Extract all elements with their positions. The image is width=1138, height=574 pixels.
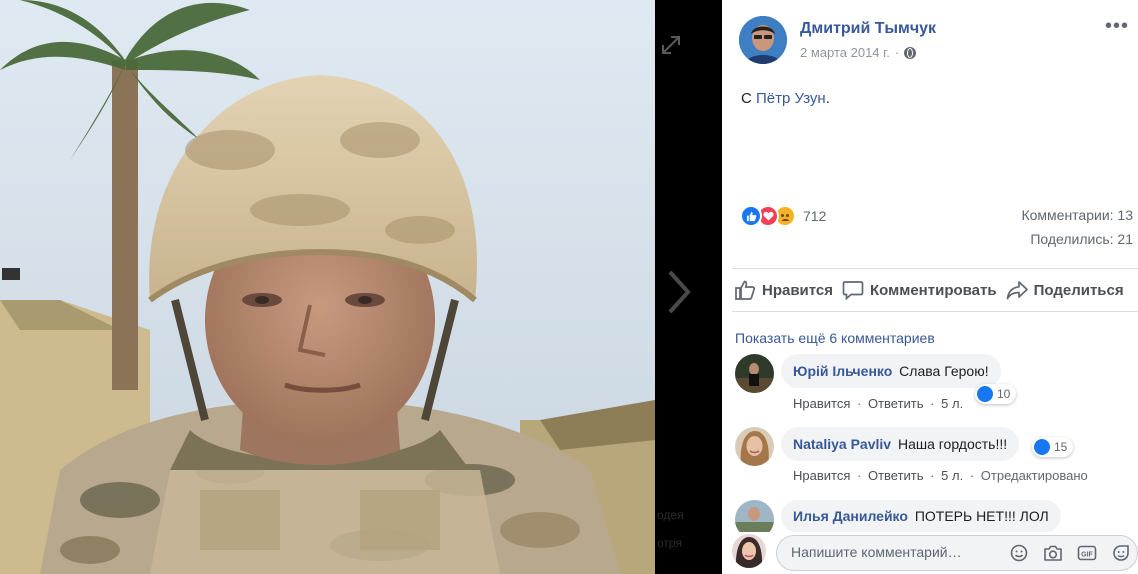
comment-input[interactable] bbox=[791, 544, 991, 560]
emoji-icon[interactable] bbox=[1009, 543, 1029, 563]
meta-dot: · bbox=[857, 468, 862, 483]
commenter-name[interactable]: Илья Данилейко bbox=[793, 508, 908, 524]
meta-dot: · bbox=[969, 468, 975, 483]
post-author-name[interactable]: Дмитрий Тымчук bbox=[800, 20, 936, 38]
gif-icon[interactable]: GIF bbox=[1077, 543, 1097, 563]
meta-dot: · bbox=[857, 396, 862, 411]
like-button[interactable]: Нравится bbox=[734, 280, 833, 300]
comment-bubble: Юрій Ільченко Слава Герою! bbox=[781, 354, 1001, 388]
comment-bubble: Nataliya Pavliv Наша гордость!!! bbox=[781, 427, 1020, 461]
shares-count-link[interactable]: Поделились: 21 bbox=[1030, 231, 1133, 247]
like-reaction-icon bbox=[1034, 439, 1050, 455]
soldier-photo-illustration bbox=[0, 0, 655, 574]
like-reaction-icon bbox=[977, 386, 993, 402]
next-photo-button[interactable] bbox=[660, 262, 700, 322]
sticker-icon[interactable] bbox=[1111, 543, 1131, 563]
tagged-person-link[interactable]: Пётр Узун bbox=[756, 90, 826, 107]
photo-viewer: одея отря bbox=[0, 0, 722, 574]
commenter-avatar-image bbox=[735, 427, 774, 466]
camera-icon[interactable] bbox=[1043, 543, 1063, 563]
comment-item: Nataliya Pavliv Наша гордость!!! 15 Нрав… bbox=[735, 427, 1130, 487]
reactions-count: 712 bbox=[803, 208, 827, 224]
share-button-label: Поделиться bbox=[1033, 281, 1124, 299]
commenter-name[interactable]: Юрій Ільченко bbox=[793, 363, 892, 379]
comment-edited-label: Отредактировано bbox=[980, 468, 1088, 483]
comment-item: Юрій Ільченко Слава Герою! 10 Нравится ·… bbox=[735, 354, 1130, 414]
comment-bubble: Илья Данилейко ПОТЕРЬ НЕТ!!! ЛОЛ bbox=[781, 500, 1061, 533]
thumbs-up-icon bbox=[735, 280, 756, 300]
current-user-avatar-image bbox=[732, 534, 766, 568]
post-text: С Пётр Узун. bbox=[741, 90, 830, 107]
comment-time[interactable]: 5 л. bbox=[941, 396, 963, 411]
meta-separator: · bbox=[894, 45, 900, 60]
comment-button-label: Комментировать bbox=[870, 281, 997, 299]
composer-icons: GIF bbox=[1009, 543, 1131, 563]
share-button[interactable]: Поделиться bbox=[1006, 280, 1124, 300]
comment-meta: Нравится · Ответить · 5 л. bbox=[793, 396, 966, 411]
background-text-fragment: отря bbox=[657, 536, 682, 550]
comment-reply-link[interactable]: Ответить bbox=[868, 468, 924, 483]
comment-composer: GIF bbox=[732, 532, 1138, 574]
comment-likes-count: 15 bbox=[1054, 440, 1068, 454]
comment-input-box[interactable]: GIF bbox=[776, 535, 1138, 571]
current-user-avatar[interactable] bbox=[732, 534, 766, 568]
commenter-avatar[interactable] bbox=[735, 354, 774, 393]
post-text-prefix: С bbox=[741, 90, 752, 107]
comments-count-link[interactable]: Комментарии: 13 bbox=[1021, 207, 1133, 223]
show-more-comments-link[interactable]: Показать ещё 6 комментариев bbox=[735, 330, 935, 346]
post-sidebar: Дмитрий Тымчук 2 марта 2014 г. · ••• С П… bbox=[722, 0, 1138, 574]
comment-likes-count: 10 bbox=[997, 387, 1011, 401]
commenter-avatar-image bbox=[735, 354, 774, 393]
comment-bubble-icon bbox=[842, 281, 864, 300]
comment-text: Слава Герою! bbox=[899, 363, 989, 379]
reactions-summary[interactable]: 712 bbox=[740, 204, 826, 228]
meta-dot: · bbox=[930, 468, 935, 483]
chevron-right-icon bbox=[668, 270, 691, 314]
more-options-icon[interactable]: ••• bbox=[1105, 16, 1129, 36]
comment-like-link[interactable]: Нравится bbox=[793, 396, 850, 411]
comment-meta: Нравится · Ответить · 5 л. · Отредактиро… bbox=[793, 468, 1091, 483]
comment-button[interactable]: Комментировать bbox=[842, 280, 997, 300]
post-date[interactable]: 2 марта 2014 г. bbox=[800, 45, 890, 60]
author-avatar-image bbox=[739, 16, 787, 64]
meta-dot: · bbox=[930, 396, 935, 411]
globe-icon[interactable] bbox=[904, 46, 917, 59]
author-avatar[interactable] bbox=[739, 16, 787, 64]
comment-like-link[interactable]: Нравится bbox=[793, 468, 850, 483]
post-photo[interactable] bbox=[0, 0, 655, 574]
svg-text:GIF: GIF bbox=[1081, 551, 1093, 558]
post-actions-bar: Нравится Комментировать Поделиться bbox=[732, 268, 1138, 312]
like-button-label: Нравится bbox=[762, 281, 834, 299]
commenter-avatar[interactable] bbox=[735, 427, 774, 466]
comment-item: Илья Данилейко ПОТЕРЬ НЕТ!!! ЛОЛ bbox=[735, 500, 1130, 539]
like-reaction-icon bbox=[740, 205, 762, 227]
comment-time[interactable]: 5 л. bbox=[941, 468, 963, 483]
share-arrow-icon bbox=[1006, 281, 1028, 300]
comment-likes-badge[interactable]: 10 bbox=[975, 384, 1017, 404]
comment-text: ПОТЕРЬ НЕТ!!! ЛОЛ bbox=[914, 508, 1049, 524]
post-header: Дмитрий Тымчук 2 марта 2014 г. · ••• bbox=[739, 16, 1129, 68]
expand-icon[interactable] bbox=[658, 34, 684, 60]
post-meta: 2 марта 2014 г. · bbox=[800, 45, 917, 60]
commenter-name[interactable]: Nataliya Pavliv bbox=[793, 436, 891, 452]
background-text-fragment: одея bbox=[657, 508, 684, 522]
comment-likes-badge[interactable]: 15 bbox=[1032, 437, 1074, 457]
comment-reply-link[interactable]: Ответить bbox=[868, 396, 924, 411]
post-text-suffix: . bbox=[825, 90, 830, 107]
comment-text: Наша гордость!!! bbox=[897, 436, 1008, 452]
